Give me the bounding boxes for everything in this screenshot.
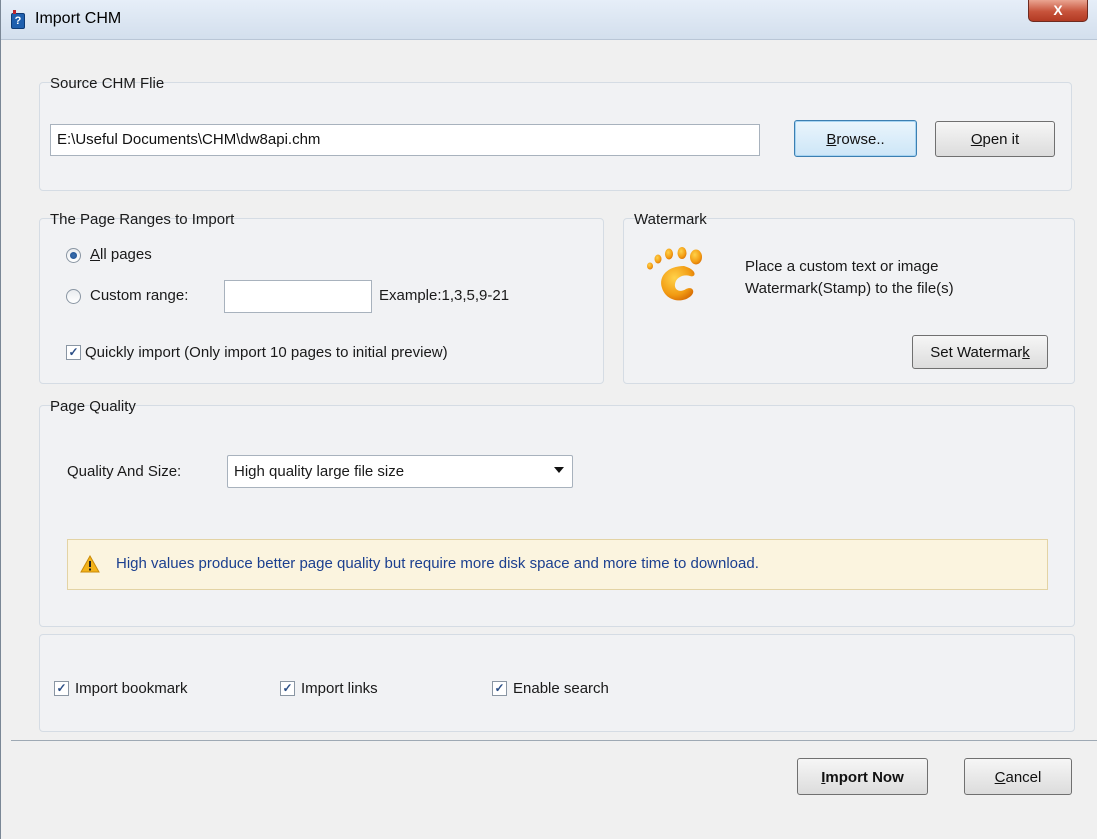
- set-watermark-button[interactable]: Set Watermark: [912, 335, 1048, 369]
- import-bookmark-checkbox[interactable]: ✓: [54, 681, 69, 696]
- page-quality-group-label: Page Quality: [50, 398, 136, 415]
- custom-range-label[interactable]: Custom range:: [90, 287, 188, 304]
- close-button[interactable]: X: [1028, 0, 1088, 22]
- watermark-group-label: Watermark: [634, 211, 707, 228]
- enable-search-checkbox[interactable]: ✓: [492, 681, 507, 696]
- app-icon: ?: [11, 10, 25, 29]
- all-pages-label[interactable]: All pages: [90, 246, 152, 263]
- open-it-button[interactable]: Open it: [935, 121, 1055, 157]
- quality-size-select[interactable]: High quality large file size: [227, 455, 573, 488]
- cancel-button[interactable]: Cancel: [964, 758, 1072, 795]
- title-bar: ? Import CHM X: [1, 0, 1097, 40]
- watermark-description-line2: Watermark(Stamp) to the file(s): [745, 280, 954, 297]
- import-chm-dialog: ? Import CHM X Source CHM Flie E:\Useful…: [0, 0, 1097, 839]
- import-links-label[interactable]: Import links: [301, 680, 378, 697]
- import-links-checkbox[interactable]: ✓: [280, 681, 295, 696]
- source-path-input[interactable]: E:\Useful Documents\CHM\dw8api.chm: [50, 124, 760, 156]
- source-path-value: E:\Useful Documents\CHM\dw8api.chm: [57, 131, 321, 148]
- quality-warning-box: High values produce better page quality …: [67, 539, 1048, 590]
- footer-divider: [11, 740, 1097, 741]
- window-title: Import CHM: [35, 10, 122, 27]
- enable-search-label[interactable]: Enable search: [513, 680, 609, 697]
- browse-button[interactable]: Browse..: [794, 120, 917, 157]
- range-example-text: Example:1,3,5,9-21: [379, 287, 510, 304]
- quality-size-selected: High quality large file size: [234, 463, 405, 480]
- quick-import-label[interactable]: Quickly import (Only import 10 pages to …: [85, 344, 448, 361]
- watermark-description-line1: Place a custom text or image: [745, 258, 939, 275]
- footprint-icon: [644, 246, 708, 308]
- quality-size-label: Quality And Size:: [67, 463, 182, 480]
- import-now-button[interactable]: Import Now: [797, 758, 928, 795]
- page-quality-group: [39, 405, 1075, 627]
- custom-range-radio[interactable]: [66, 289, 81, 304]
- page-ranges-group-label: The Page Ranges to Import: [50, 211, 235, 228]
- import-bookmark-label[interactable]: Import bookmark: [75, 680, 188, 697]
- quality-warning-text: High values produce better page quality …: [116, 555, 759, 572]
- quick-import-checkbox[interactable]: ✓: [66, 345, 81, 360]
- warning-icon: [80, 554, 100, 573]
- source-group-label: Source CHM Flie: [50, 75, 165, 92]
- chevron-down-icon: [554, 467, 564, 473]
- all-pages-radio[interactable]: [66, 248, 81, 263]
- custom-range-input[interactable]: [224, 280, 372, 313]
